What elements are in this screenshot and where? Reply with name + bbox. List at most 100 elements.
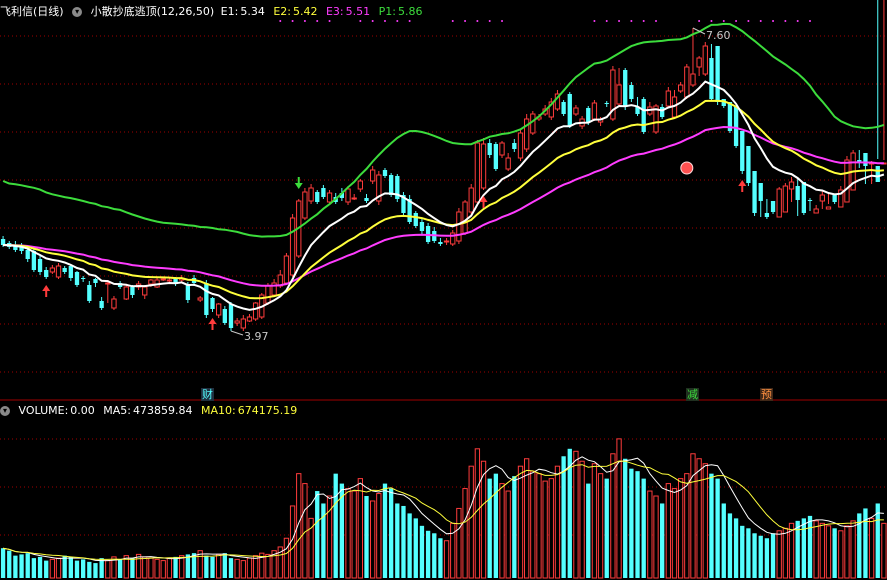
signal-dot	[618, 20, 621, 22]
candle-body	[252, 302, 259, 320]
chevron-circle-icon[interactable]: ▾	[72, 7, 83, 17]
tag-jian[interactable]: 减	[686, 388, 699, 401]
volume-bar	[536, 473, 542, 579]
candle-body	[776, 188, 782, 218]
candle-body	[419, 222, 425, 231]
candle-body	[825, 206, 832, 210]
chart-canvas[interactable]: 7.60 3.97	[0, 0, 887, 580]
volume-bar	[801, 518, 806, 578]
candle-body	[81, 278, 86, 279]
candle-body	[746, 146, 751, 183]
volume-bar	[505, 490, 511, 579]
candle-body	[443, 240, 450, 243]
volume-bar	[443, 540, 450, 579]
e2-value: 5.42	[292, 5, 318, 18]
volume-bar	[709, 473, 714, 578]
signal-dot	[772, 20, 775, 22]
candle-body	[382, 170, 388, 176]
candle-body	[216, 303, 222, 316]
volume-bar	[721, 503, 726, 578]
volume-bar	[401, 505, 406, 578]
volume-bar	[597, 473, 604, 579]
volume-bar	[690, 453, 696, 579]
tag-cai[interactable]: 财	[201, 388, 214, 401]
candle-body	[684, 66, 690, 98]
candle-body	[462, 201, 468, 234]
volume-bar	[819, 522, 825, 579]
candle-body	[623, 70, 628, 107]
candle-body	[68, 266, 73, 278]
candle-body	[148, 279, 154, 285]
volume-bar	[450, 522, 456, 579]
ma10-value: 674175.19	[237, 404, 298, 417]
candle-body	[357, 180, 363, 190]
buy-arrow-icon	[42, 285, 51, 297]
candle-body	[616, 84, 622, 105]
candle-body	[512, 143, 517, 149]
candle-body	[561, 102, 566, 114]
volume-bar	[99, 558, 104, 578]
candle-body	[863, 153, 868, 166]
volume-bar	[456, 507, 462, 579]
candle-body	[591, 102, 598, 120]
volume-bar	[173, 556, 178, 578]
candle-body	[801, 182, 806, 213]
volume-bar	[246, 557, 253, 579]
candle-body	[487, 143, 492, 155]
buy-arrow-icon	[208, 318, 217, 330]
volume-bar	[93, 563, 98, 578]
volume-bar	[315, 491, 320, 578]
tag-yu[interactable]: 预	[760, 388, 773, 401]
chevron-circle-icon[interactable]: ▾	[0, 406, 10, 416]
candle-body	[696, 57, 702, 68]
volume-bar	[740, 525, 745, 578]
volume-bar	[438, 538, 443, 578]
candle-body	[99, 301, 104, 308]
volume-bar	[752, 533, 757, 578]
candle-body	[764, 213, 770, 217]
top-signal-ball	[680, 161, 694, 175]
signal-dot	[784, 20, 787, 22]
candle-body	[345, 188, 351, 203]
volume-bar	[702, 463, 708, 579]
candle-body	[456, 211, 462, 242]
volume-bar	[782, 527, 789, 579]
candle-body	[240, 318, 246, 329]
candle-body	[438, 242, 443, 244]
signal-dot	[451, 20, 454, 22]
e3-line	[3, 125, 884, 287]
signal-dot	[408, 20, 411, 22]
e1-label: E1:	[220, 5, 239, 18]
volume-bar	[370, 500, 376, 579]
volume-bar	[148, 557, 154, 579]
candle-body	[246, 316, 253, 322]
volume-bar	[623, 458, 628, 578]
signal-dot	[396, 20, 399, 22]
candle-body	[31, 251, 37, 270]
ma10-label: MA10:	[201, 404, 236, 417]
volume-bar	[635, 471, 640, 578]
volume-bar	[62, 555, 67, 578]
volume-bar	[345, 488, 351, 579]
volume-bar	[677, 478, 684, 579]
candle-body	[55, 265, 62, 278]
indicator-name[interactable]: 小散抄底逃顶(12,26,50)	[91, 5, 215, 18]
candle-body	[530, 113, 536, 134]
volume-bar	[432, 533, 437, 578]
volume-bar	[591, 463, 598, 579]
e3-label: E3:	[325, 5, 344, 18]
signal-dot	[605, 20, 608, 22]
signal-dot	[303, 20, 306, 22]
candle-body	[819, 194, 825, 202]
volume-bar	[462, 488, 468, 579]
volume-bar	[283, 537, 290, 579]
volume-bar	[19, 554, 24, 578]
candle-body	[641, 99, 646, 132]
candle-body	[37, 259, 43, 272]
signal-dot	[464, 20, 467, 22]
candle-body	[210, 298, 215, 309]
volume-bar	[758, 535, 763, 578]
candle-body	[782, 185, 789, 213]
volume-bar	[49, 558, 56, 579]
candle-body	[740, 131, 745, 171]
